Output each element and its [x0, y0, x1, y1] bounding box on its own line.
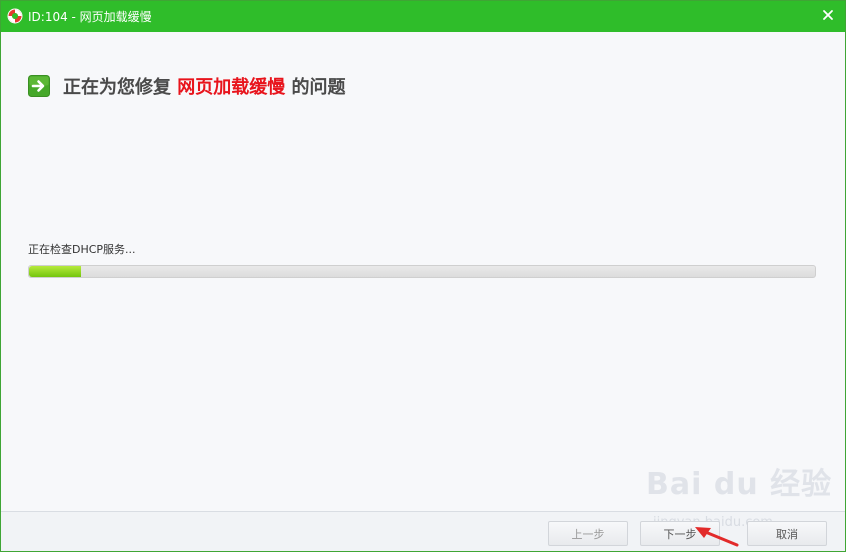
close-icon[interactable]: [819, 6, 837, 24]
watermark-logo: Bai du 经验: [646, 467, 833, 502]
page-title: 正在为您修复 网页加载缓慢 的问题: [63, 73, 346, 99]
title-bar[interactable]: ID:104 - 网页加载缓慢: [1, 1, 845, 32]
problem-name: 网页加载缓慢: [177, 77, 286, 98]
previous-button[interactable]: 上一步: [548, 521, 628, 546]
title-prefix: 正在为您修复: [63, 77, 178, 98]
pointer-arrow-icon: [695, 527, 739, 547]
repair-header: 正在为您修复 网页加载缓慢 的问题: [28, 73, 346, 99]
lifebuoy-icon: [7, 8, 23, 24]
arrow-right-icon: [28, 75, 50, 97]
repair-window: ID:104 - 网页加载缓慢 正在为您修复 网页加载缓慢 的问题 正在检查DH…: [0, 0, 846, 552]
progress-bar: [28, 265, 816, 278]
title-suffix: 的问题: [285, 77, 346, 98]
window-title: ID:104 - 网页加载缓慢: [28, 10, 152, 24]
progress-fill: [29, 266, 81, 277]
cancel-button[interactable]: 取消: [747, 521, 827, 546]
status-text: 正在检查DHCP服务...: [28, 243, 136, 256]
